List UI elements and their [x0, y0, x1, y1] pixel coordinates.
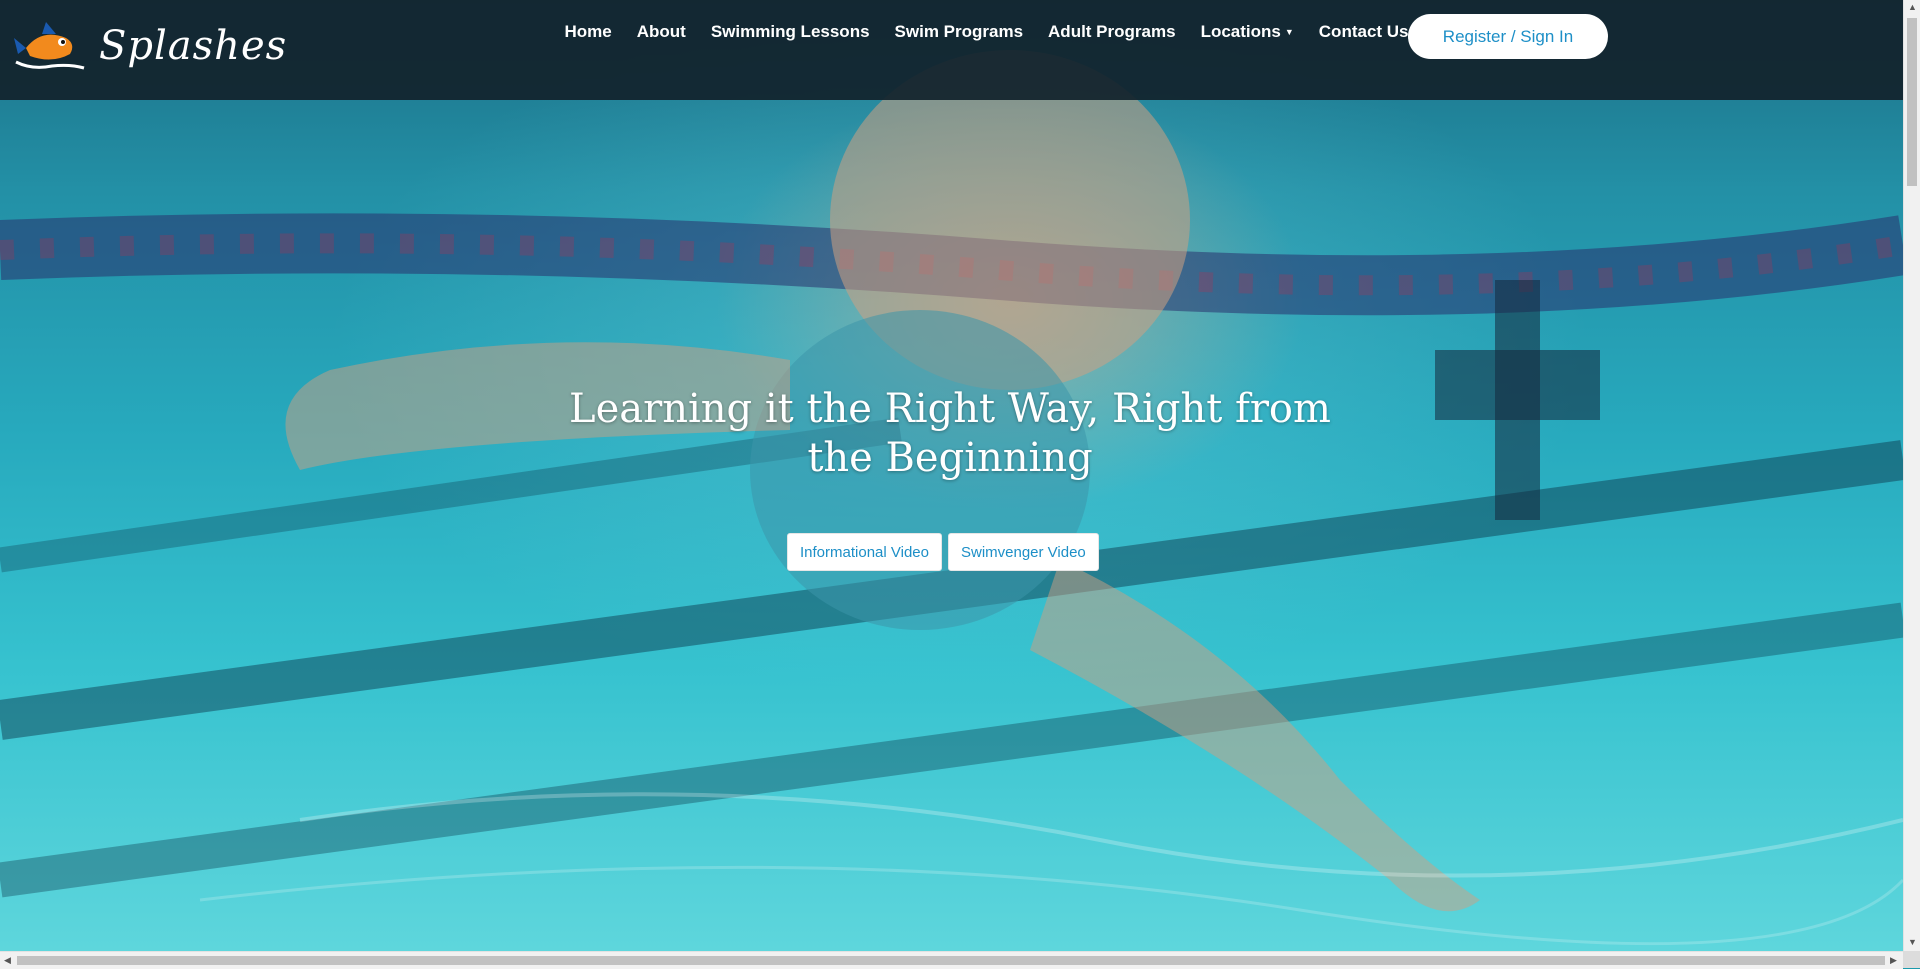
nav-item-home[interactable]: Home	[565, 22, 612, 42]
nav-item-about[interactable]: About	[637, 22, 686, 42]
nav-item-locations[interactable]: Locations ▼	[1201, 22, 1294, 42]
register-signin-button[interactable]: Register / Sign In	[1408, 14, 1608, 59]
main-nav: Home About Swimming Lessons Swim Program…	[552, 22, 1421, 42]
scroll-up-icon[interactable]: ▲	[1908, 3, 1917, 12]
nav-item-adult-programs[interactable]: Adult Programs	[1048, 22, 1176, 42]
brand-logo[interactable]: Splashes	[12, 20, 287, 72]
hero-headline: Learning it the Right Way, Right from th…	[569, 386, 1331, 481]
informational-video-button[interactable]: Informational Video	[787, 533, 942, 571]
vertical-scrollbar[interactable]: ▲ ▼	[1903, 0, 1920, 951]
swimvenger-video-button[interactable]: Swimvenger Video	[947, 533, 1099, 571]
top-navbar: Splashes Home About Swimming Lessons Swi…	[0, 0, 1903, 100]
horizontal-scroll-thumb[interactable]	[17, 956, 1885, 965]
caret-down-icon: ▼	[1284, 27, 1294, 37]
hero-button-group: Informational Video Swimvenger Video	[787, 533, 1099, 571]
horizontal-scrollbar[interactable]: ◀ ▶	[0, 951, 1903, 969]
nav-item-swim-programs[interactable]: Swim Programs	[895, 22, 1024, 42]
vertical-scroll-thumb[interactable]	[1907, 18, 1917, 186]
nav-item-locations-label: Locations	[1200, 22, 1281, 41]
scroll-right-icon[interactable]: ▶	[1890, 956, 1897, 965]
scrollbar-corner	[1903, 951, 1920, 968]
fish-mascot-icon	[14, 22, 85, 70]
brand-name: Splashes	[99, 23, 288, 69]
nav-item-contact-us[interactable]: Contact Us	[1319, 22, 1409, 42]
scroll-left-icon[interactable]: ◀	[4, 956, 11, 965]
nav-item-swimming-lessons[interactable]: Swimming Lessons	[711, 22, 870, 42]
scroll-down-icon[interactable]: ▼	[1908, 938, 1917, 947]
